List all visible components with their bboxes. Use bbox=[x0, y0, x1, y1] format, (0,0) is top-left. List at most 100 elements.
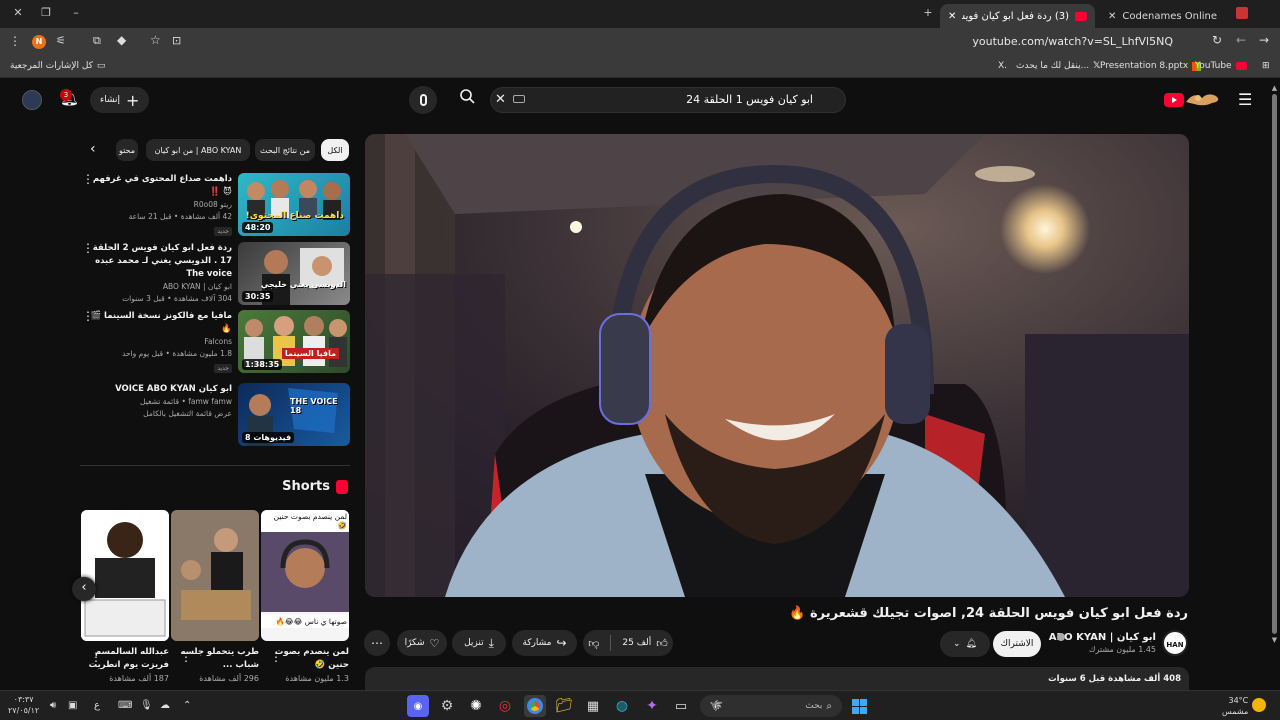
recommendation-title: داهمت صداع المحتوى في غرفهم 😈 ‼️ bbox=[92, 174, 232, 197]
screenshot-icon[interactable]: ⧉ bbox=[93, 34, 101, 48]
new-tab-button[interactable]: + bbox=[920, 6, 936, 22]
install-app-icon[interactable]: ⊡ bbox=[172, 34, 181, 47]
shorts-scroll-left-button[interactable]: ‹ bbox=[72, 577, 96, 601]
clear-search-icon[interactable]: ✕ bbox=[495, 92, 506, 107]
chip-from-channel[interactable]: من ابو كيان | ABO KYAN bbox=[146, 139, 250, 161]
address-bar[interactable]: youtube.com/watch?v=SL_LhfVl5NQ bbox=[650, 31, 1195, 53]
microphone-icon[interactable]: 🎙︎ bbox=[140, 700, 153, 711]
video-title: ردة فعل ابو كيان فويس الحلقة 24, اصوات ت… bbox=[789, 606, 1188, 621]
bookmark-presentation[interactable]: Presentation 8.pptx bbox=[1100, 61, 1202, 71]
hamburger-menu-icon[interactable]: ☰ bbox=[1238, 90, 1252, 109]
recommendation-title: مافيا مع فالكونز نسخة السينما 🎬 🔥 bbox=[90, 311, 232, 334]
keyboard-icon[interactable] bbox=[513, 95, 525, 103]
tab-codenames[interactable]: ✕ Codenames Online bbox=[1100, 4, 1250, 28]
short-thumbnail[interactable]: لمن ينصدم بصوت حنين 🤣 صوتها ي ناس 😂😂🔥 bbox=[261, 510, 349, 641]
back-icon[interactable]: → bbox=[1259, 33, 1269, 47]
more-actions-button[interactable]: ⋯ bbox=[364, 630, 390, 656]
reload-icon[interactable]: ↻ bbox=[1212, 33, 1222, 47]
page-scrollbar[interactable]: ▲ ▼ bbox=[1271, 84, 1278, 686]
search-icon[interactable] bbox=[460, 89, 475, 104]
close-window-icon[interactable]: ✕ bbox=[10, 6, 26, 22]
recommendation-item[interactable]: ⋮ مافيا مع فالكونز نسخة السينما 🎬 🔥 Falc… bbox=[80, 310, 352, 376]
create-button[interactable]: إنشاء + bbox=[90, 87, 150, 113]
voice-search-button[interactable] bbox=[409, 86, 437, 114]
recommendation-thumbnail[interactable]: مافيا السينما 1:38:35 bbox=[238, 310, 350, 373]
bookmark-youtube[interactable]: YouTube bbox=[1195, 61, 1247, 71]
video-player[interactable] bbox=[365, 134, 1189, 597]
chip-content[interactable]: محتو bbox=[116, 139, 138, 161]
like-icon[interactable]: 👍︎ bbox=[656, 637, 668, 650]
share-button[interactable]: مشاركة ↪ bbox=[512, 630, 577, 656]
extension-icon[interactable]: ⚟ bbox=[56, 34, 66, 47]
tab-current-video[interactable]: ✕ (3) ردة فعل ابو كيان فويس الحلقة bbox=[940, 4, 1095, 28]
network-icon[interactable]: ▣ bbox=[68, 700, 77, 711]
profile-avatar[interactable]: N bbox=[32, 35, 46, 49]
recommendation-thumbnail[interactable]: داهمت صناع المحتوى! 48:20 bbox=[238, 173, 350, 236]
settings-icon[interactable]: ⚙ bbox=[436, 695, 458, 717]
chatgpt-icon[interactable]: ✺ bbox=[465, 695, 487, 717]
task-view-icon[interactable]: ▭ bbox=[670, 695, 692, 717]
bookmarks-overflow-icon[interactable]: ⊞ bbox=[1262, 61, 1270, 71]
short-views: 1.3 مليون مشاهدة bbox=[285, 674, 349, 683]
close-tab-icon[interactable]: ✕ bbox=[1108, 11, 1116, 22]
bookmark-star-icon[interactable]: ☆ bbox=[150, 33, 161, 47]
onedrive-icon[interactable]: ☁ bbox=[160, 700, 170, 711]
more-vertical-icon[interactable]: ⋮ bbox=[90, 650, 102, 664]
recommendation-item[interactable]: ⋮ داهمت صداع المحتوى في غرفهم 😈 ‼️ ريتو … bbox=[80, 173, 352, 239]
chevron-left-icon[interactable]: ‹ bbox=[90, 141, 96, 157]
file-explorer-icon[interactable]: 📁︎ bbox=[553, 695, 575, 717]
create-label: إنشاء bbox=[100, 95, 121, 105]
edge-icon[interactable]: ◍ bbox=[611, 695, 633, 717]
weather-temp: 34°C bbox=[1228, 696, 1249, 705]
new-badge: جديد bbox=[214, 227, 232, 236]
channel-avatar[interactable]: HAN bbox=[1162, 630, 1188, 656]
show-hidden-icons-icon[interactable]: ⌃ bbox=[183, 700, 191, 711]
store-icon[interactable]: ▦ bbox=[582, 695, 604, 717]
volume-icon[interactable]: 🔊︎ bbox=[50, 700, 56, 711]
subscribe-button[interactable]: الاشتراك bbox=[993, 631, 1041, 657]
more-vertical-icon[interactable]: ⋮ bbox=[270, 650, 282, 664]
search-icon: ⌕ bbox=[826, 700, 832, 712]
thanks-button[interactable]: شكرًا ♡ bbox=[397, 630, 447, 656]
url-text: youtube.com/watch?v=SL_LhfVl5NQ bbox=[972, 35, 1173, 48]
account-avatar[interactable] bbox=[22, 90, 42, 110]
browser-menu-icon[interactable]: ⋮ bbox=[9, 34, 21, 48]
discord-icon[interactable]: ◉ bbox=[407, 695, 429, 717]
like-count[interactable]: 25 ألف bbox=[622, 638, 651, 648]
start-button[interactable] bbox=[848, 695, 870, 717]
restore-window-icon[interactable]: ❐ bbox=[38, 6, 54, 22]
taskbar-search[interactable]: 🌾︎ بحث ⌕ bbox=[700, 695, 842, 717]
keyboard-icon[interactable]: ⌨ bbox=[118, 700, 132, 711]
short-thumbnail[interactable] bbox=[81, 510, 169, 641]
chrome-icon[interactable] bbox=[524, 695, 546, 717]
bookmarks-bar: كل الإشارات المرجعية ▭ X. ينقل لك ما يحد… bbox=[0, 56, 1280, 78]
notification-settings-button[interactable]: ⌄ 🔔︎ bbox=[940, 631, 990, 657]
search-input[interactable]: ابو كيان فويس 1 الحلقة 24 bbox=[490, 87, 846, 113]
youtube-logo[interactable] bbox=[1164, 88, 1224, 112]
playlist-item[interactable]: ابو كيان VOICE ABO KYAN famw famw • قائم… bbox=[80, 383, 352, 449]
dislike-icon[interactable]: 👎︎ bbox=[588, 637, 599, 650]
language-indicator[interactable]: ع bbox=[94, 700, 100, 711]
chip-search-results[interactable]: من نتائج البحث bbox=[255, 139, 315, 161]
playlist-link[interactable]: عرض قائمة التشغيل بالكامل bbox=[90, 408, 232, 420]
minimize-window-icon[interactable]: – bbox=[68, 6, 84, 22]
tab-title: (3) ردة فعل ابو كيان فويس الحلقة bbox=[962, 10, 1069, 22]
download-button[interactable]: تنزيل ⤓ bbox=[452, 630, 506, 656]
copilot-icon[interactable]: ✦ bbox=[641, 695, 663, 717]
clock[interactable]: ٠٣:٣٧ ٢٧/٠٥/١٢ bbox=[8, 694, 39, 716]
recommendation-item[interactable]: ⋮ ردة فعل ابو كيان فويس 2 الحلقة 17 . ال… bbox=[80, 242, 352, 308]
weather-widget[interactable]: 34°C مشمس bbox=[1222, 695, 1248, 717]
short-thumbnail[interactable] bbox=[171, 510, 259, 641]
more-vertical-icon[interactable]: ⋮ bbox=[180, 650, 192, 664]
close-tab-icon[interactable]: ✕ bbox=[948, 11, 956, 22]
chip-all[interactable]: الكل bbox=[321, 139, 349, 161]
windows-taskbar: ٠٣:٣٧ ٢٧/٠٥/١٢ 🔊︎ ▣ ع ⌨ 🎙︎ ☁ ⌃ ◉ ⚙ ✺ ◎ 📁… bbox=[0, 690, 1280, 720]
playlist-thumbnail[interactable]: THE VOICE 18 8 فيديوهات bbox=[238, 383, 350, 446]
extensions-puzzle-icon[interactable]: ◆ bbox=[117, 33, 126, 47]
all-bookmarks-button[interactable]: كل الإشارات المرجعية ▭ bbox=[10, 61, 105, 71]
bookmark-x-short[interactable]: X. bbox=[998, 61, 1007, 71]
forward-icon[interactable]: ← bbox=[1236, 33, 1246, 47]
recommendation-thumbnail[interactable]: الدويسي يغني خليجي 30:35 bbox=[238, 242, 350, 305]
recorder-icon[interactable]: ◎ bbox=[494, 695, 516, 717]
bookmark-x[interactable]: ينقل لك ما يحدث... 𝕏 bbox=[1016, 61, 1100, 71]
